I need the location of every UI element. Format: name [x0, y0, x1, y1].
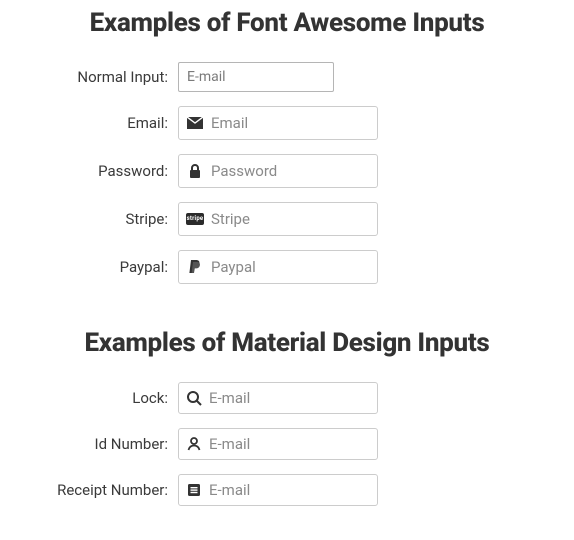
label-email: Email: [20, 114, 168, 132]
lock-input[interactable] [209, 383, 414, 413]
email-input[interactable] [211, 107, 416, 139]
label-id-number: Id Number: [20, 435, 168, 453]
row-normal-input: Normal Input: [20, 62, 554, 92]
stripe-input[interactable] [211, 203, 416, 235]
label-lock: Lock: [20, 389, 168, 407]
stripe-input-group: stripe [178, 202, 378, 236]
receipt-icon [179, 475, 209, 505]
paypal-icon [179, 251, 211, 283]
label-paypal: Paypal: [20, 258, 168, 276]
password-input[interactable] [211, 155, 416, 187]
stripe-icon: stripe [179, 203, 211, 235]
email-input-group [178, 106, 378, 140]
lock-input-group [178, 382, 378, 414]
label-stripe: Stripe: [20, 210, 168, 228]
row-password: Password: [20, 154, 554, 188]
section-title-font-awesome: Examples of Font Awesome Inputs [20, 8, 554, 38]
paypal-input-group [178, 250, 378, 284]
id-input-group [178, 428, 378, 460]
search-icon [179, 383, 209, 413]
material-section: Examples of Material Design Inputs Lock:… [20, 328, 554, 506]
envelope-icon [179, 107, 211, 139]
row-receipt: Receipt Number: [20, 474, 554, 506]
receipt-input-group [178, 474, 378, 506]
row-id-number: Id Number: [20, 428, 554, 460]
label-normal-input: Normal Input: [20, 68, 168, 86]
row-lock: Lock: [20, 382, 554, 414]
label-password: Password: [20, 162, 168, 180]
row-stripe: Stripe: stripe [20, 202, 554, 236]
section-title-material: Examples of Material Design Inputs [20, 328, 554, 358]
id-number-input[interactable] [209, 429, 414, 459]
password-input-group [178, 154, 378, 188]
normal-input[interactable] [178, 62, 334, 92]
font-awesome-section: Examples of Font Awesome Inputs Normal I… [20, 8, 554, 284]
row-email: Email: [20, 106, 554, 140]
lock-icon [179, 155, 211, 187]
paypal-input[interactable] [211, 251, 416, 283]
stripe-badge: stripe [186, 213, 204, 225]
person-icon [179, 429, 209, 459]
label-receipt: Receipt Number: [20, 481, 168, 499]
receipt-number-input[interactable] [209, 475, 414, 505]
row-paypal: Paypal: [20, 250, 554, 284]
